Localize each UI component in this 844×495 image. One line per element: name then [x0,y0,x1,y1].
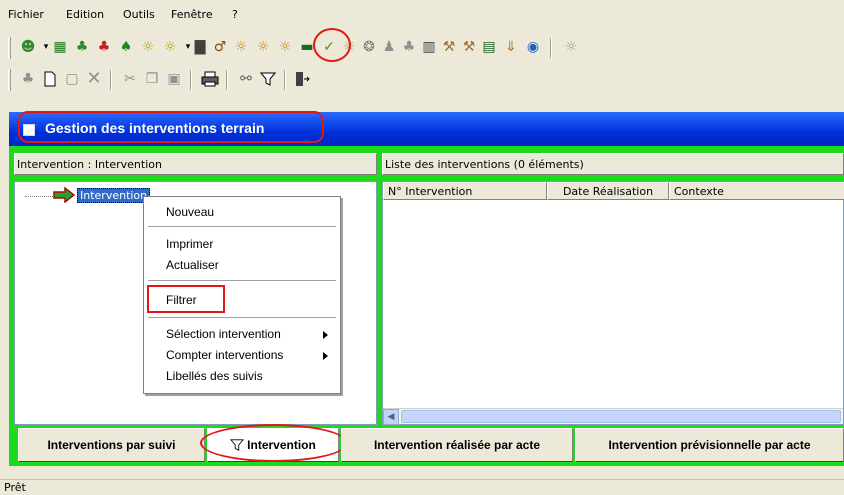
menu-help[interactable]: ? [232,8,238,21]
status-text: Prêt [4,481,26,494]
paste-icon[interactable]: ▣ [164,69,184,89]
tree-pane-header: Intervention : Intervention [14,153,377,175]
highlight-ring-title [18,111,324,143]
tab-label: Intervention prévisionnelle par acte [608,438,811,452]
tab-label: Interventions par suivi [47,438,176,452]
scroll-left-icon[interactable]: ◀ [383,409,399,425]
disabled-icon[interactable]: ☼ [561,37,581,57]
tab-interventions-par-suivi[interactable]: Interventions par suivi [18,428,205,462]
menu-item-actualiser[interactable]: Actualiser [166,258,219,272]
menu-outils[interactable]: Outils [123,8,155,21]
tool-icon[interactable]: ⚒ [439,37,459,57]
intervention-icon[interactable]: ☼ [231,37,251,57]
column-header-date[interactable]: Date Réalisation [547,182,669,200]
tree-root-node[interactable]: Intervention [77,188,151,203]
toolbar-grip[interactable] [8,37,11,59]
submenu-arrow-icon [323,352,328,360]
list-pane[interactable]: N° Intervention Date Réalisation Context… [382,181,844,425]
world-icon[interactable]: ◉ [523,37,543,57]
toolbar-main: ☻ ▾ ▦ ♣ ♣ ♠ ☼ ☼ ▾ ▇ ♂ ☼ ☼ ☼ ▬ ✓ ☼ ❂ ♟ ♣ … [0,28,844,64]
menu-bar: Fichier Edition Outils Fenêtre ? [0,0,844,28]
toolbar-secondary: ♣ ▢ ✕ ✂ ❐ ▣ ⚯ [0,66,844,96]
group-green-icon[interactable]: ♣ [72,37,92,57]
toolbar-grip[interactable] [8,69,11,91]
menu-item-libelles[interactable]: Libellés des suivis [166,369,263,383]
filter-icon[interactable] [258,69,278,89]
menu-item-selection[interactable]: Sélection intervention [166,327,281,341]
person-gray-icon[interactable]: ♟ [379,37,399,57]
highlight-ring-toolbar [313,28,351,62]
tools-icon[interactable]: ♂ [210,37,230,57]
globe-icon[interactable]: ❂ [359,37,379,57]
worker-icon[interactable]: ☼ [138,37,158,57]
column-header-contexte[interactable]: Contexte [669,182,844,200]
arrow-right-icon [53,186,76,206]
horizontal-scrollbar[interactable]: ◀ [383,408,843,425]
menu-fenetre[interactable]: Fenêtre [171,8,213,21]
cut-icon[interactable]: ✂ [120,69,140,89]
tree-gray-icon[interactable]: ♣ [399,37,419,57]
menu-item-compter[interactable]: Compter interventions [166,348,283,362]
delete-icon[interactable]: ✕ [84,69,104,89]
list-pane-header: Liste des interventions (0 éléments) [382,153,844,175]
exit-icon[interactable] [292,69,312,89]
building-icon[interactable]: ▥ [419,37,439,57]
copy-icon[interactable]: ❐ [142,69,162,89]
new-document-icon[interactable] [40,69,60,89]
status-bar: Prêt [0,479,844,495]
tree-icon[interactable]: ♠ [116,37,136,57]
binoculars-icon[interactable]: ⚯ [236,69,256,89]
menu-edition[interactable]: Edition [66,8,104,21]
menu-item-imprimer[interactable]: Imprimer [166,237,213,251]
tab-label: Intervention réalisée par acte [373,438,541,452]
menu-item-nouveau[interactable]: Nouveau [166,205,214,219]
menu-fichier[interactable]: Fichier [8,8,44,21]
tree-expand-icon[interactable]: ♣ [18,69,38,89]
chart-icon[interactable]: ▤ [479,37,499,57]
group-red-icon[interactable]: ♣ [94,37,114,57]
intervention-plan-icon[interactable]: ☼ [275,37,295,57]
tool-icon[interactable]: ⚒ [459,37,479,57]
import-icon[interactable]: ⇓ [501,37,521,57]
print-icon[interactable] [200,69,220,89]
highlight-ring-tab [200,424,348,462]
column-header-numero[interactable]: N° Intervention [383,182,547,200]
tab-intervention-realisee[interactable]: Intervention réalisée par acte [341,428,573,462]
context-menu: Nouveau Imprimer Actualiser Filtrer Séle… [143,196,341,394]
building-green-icon[interactable]: ▦ [50,37,70,57]
submenu-arrow-icon [323,331,328,339]
properties-icon[interactable]: ▢ [62,69,82,89]
intervention-list-icon[interactable]: ☼ [253,37,273,57]
tab-intervention-previsionnelle[interactable]: Intervention prévisionnelle par acte [575,428,844,462]
worker-group-icon[interactable]: ☼ [160,37,180,57]
scrollbar-thumb[interactable] [401,410,841,423]
person-green-icon[interactable]: ☻ [18,37,38,57]
document-icon[interactable]: ▇ [190,37,210,57]
highlight-ring-filtrer [147,285,225,313]
